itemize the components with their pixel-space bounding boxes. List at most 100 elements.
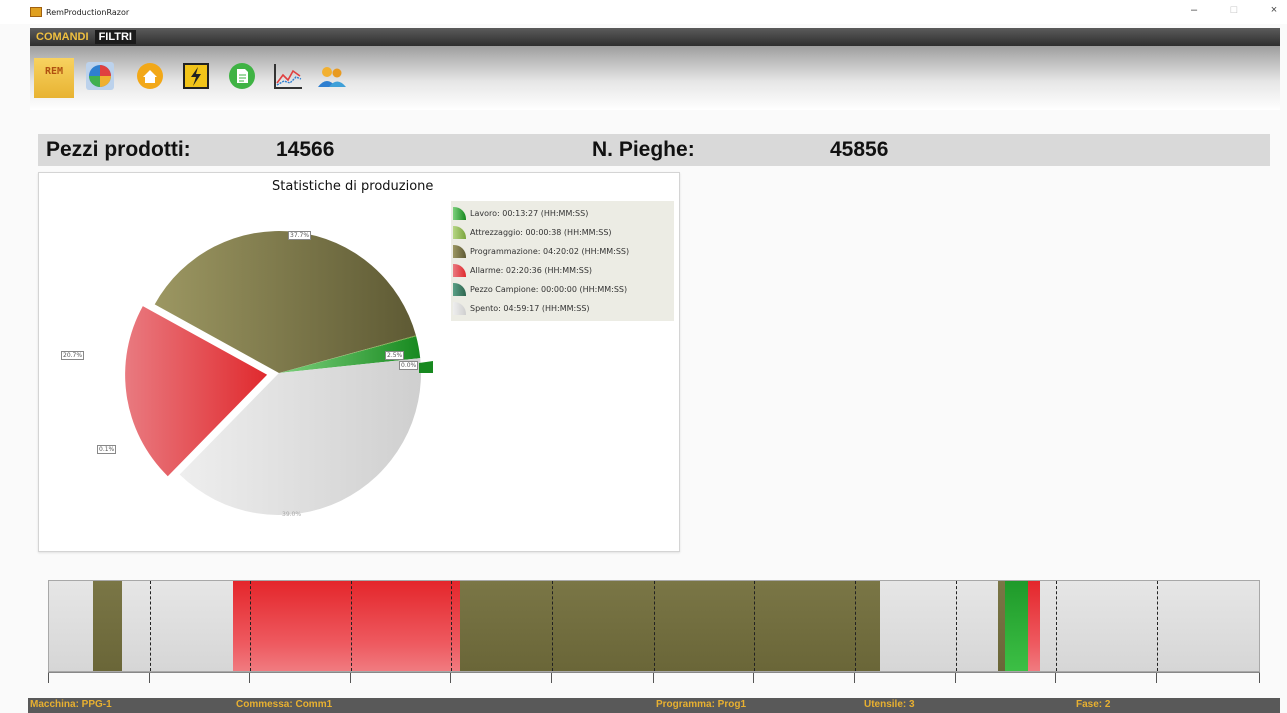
menu-bar: COMANDI FILTRI bbox=[30, 28, 1280, 46]
timeline-divider bbox=[250, 581, 251, 671]
status-bar: Macchina: PPG-1 Commessa: Comm1 Programm… bbox=[28, 698, 1280, 713]
timeline-tick bbox=[1055, 673, 1056, 683]
pie-slice-work-edge bbox=[419, 361, 433, 373]
document-icon bbox=[229, 63, 255, 89]
pie-chart-button[interactable] bbox=[84, 60, 116, 92]
legend-text-setup: Attrezzaggio: 00:00:38 (HH:MM:SS) bbox=[470, 228, 612, 237]
timeline-divider bbox=[855, 581, 856, 671]
timeline-tick bbox=[48, 673, 49, 683]
home-icon bbox=[137, 63, 163, 89]
timeline-segment-alarm bbox=[1028, 581, 1040, 671]
status-program: Programma: Prog1 bbox=[656, 699, 747, 710]
timeline-divider bbox=[351, 581, 352, 671]
legend-item-sample: Pezzo Campione: 00:00:00 (HH:MM:SS) bbox=[453, 280, 672, 299]
timeline-divider bbox=[1157, 581, 1158, 671]
timeline-segment-programming bbox=[460, 581, 881, 671]
legend-text-work: Lavoro: 00:13:27 (HH:MM:SS) bbox=[470, 209, 589, 218]
home-button[interactable] bbox=[134, 60, 166, 92]
pie-chart-icon bbox=[86, 62, 114, 90]
status-machine: Macchina: PPG-1 bbox=[30, 699, 112, 710]
timeline-tick bbox=[551, 673, 552, 683]
line-chart-icon bbox=[274, 64, 302, 89]
production-chart-panel: Statistiche di produzione 37.7% 20.7% 0.… bbox=[38, 172, 680, 552]
legend-item-work: Lavoro: 00:13:27 (HH:MM:SS) bbox=[453, 204, 672, 223]
timeline-segment-off bbox=[122, 581, 234, 671]
pieces-label: Pezzi prodotti: bbox=[46, 138, 191, 161]
line-chart-button[interactable] bbox=[272, 60, 304, 92]
timeline-tick bbox=[653, 673, 654, 683]
users-button[interactable] bbox=[316, 60, 348, 92]
menu-comandi[interactable]: COMANDI bbox=[32, 30, 93, 44]
timeline-tick bbox=[854, 673, 855, 683]
timeline-tick bbox=[1156, 673, 1157, 683]
timeline-tick bbox=[450, 673, 451, 683]
legend-text-sample: Pezzo Campione: 00:00:00 (HH:MM:SS) bbox=[470, 285, 628, 294]
chart-legend: Lavoro: 00:13:27 (HH:MM:SS) Attrezzaggio… bbox=[451, 201, 674, 321]
timeline-divider bbox=[552, 581, 553, 671]
document-button[interactable] bbox=[226, 60, 258, 92]
timeline-axis bbox=[48, 672, 1260, 690]
timeline-tick bbox=[753, 673, 754, 683]
timeline-segment-off bbox=[1040, 581, 1259, 671]
timeline-tick bbox=[249, 673, 250, 683]
title-bar: RemProductionRazor ‒ □ × bbox=[0, 0, 1287, 24]
timeline-segment-programming bbox=[93, 581, 122, 671]
pieces-value: 14566 bbox=[276, 138, 335, 161]
slice-label-off: 39.0% bbox=[282, 511, 302, 518]
bends-label: N. Pieghe: bbox=[592, 138, 695, 161]
timeline-divider bbox=[754, 581, 755, 671]
timeline-tick bbox=[350, 673, 351, 683]
legend-item-alarm: Allarme: 02:20:36 (HH:MM:SS) bbox=[453, 261, 672, 280]
pie-chart bbox=[125, 231, 433, 515]
lightning-icon bbox=[183, 63, 209, 89]
app-window: RemProductionRazor ‒ □ × COMANDI FILTRI … bbox=[0, 0, 1287, 713]
timeline-divider bbox=[451, 581, 452, 671]
timeline-segment-alarm bbox=[233, 581, 460, 671]
timeline-divider bbox=[956, 581, 957, 671]
maximize-button[interactable]: □ bbox=[1227, 4, 1241, 16]
timeline-divider bbox=[654, 581, 655, 671]
timeline-tick bbox=[955, 673, 956, 683]
timeline-divider bbox=[1056, 581, 1057, 671]
status-order: Commessa: Comm1 bbox=[236, 699, 333, 710]
timeline-segment-programming bbox=[998, 581, 1005, 671]
legend-swatch-programming bbox=[453, 245, 466, 258]
legend-text-programming: Programmazione: 04:20:02 (HH:MM:SS) bbox=[470, 247, 630, 256]
legend-swatch-sample bbox=[453, 283, 466, 296]
production-timeline[interactable] bbox=[48, 580, 1260, 672]
legend-item-programming: Programmazione: 04:20:02 (HH:MM:SS) bbox=[453, 242, 672, 261]
legend-swatch-off bbox=[453, 302, 466, 315]
users-icon bbox=[318, 67, 346, 87]
legend-text-off: Spento: 04:59:17 (HH:MM:SS) bbox=[470, 304, 590, 313]
timeline-segment-off bbox=[880, 581, 998, 671]
close-button[interactable]: × bbox=[1267, 4, 1281, 16]
legend-swatch-alarm bbox=[453, 264, 466, 277]
rem-icon: REM bbox=[44, 66, 64, 77]
legend-text-alarm: Allarme: 02:20:36 (HH:MM:SS) bbox=[470, 266, 593, 275]
slice-label-programming: 37.7% bbox=[288, 231, 312, 240]
slice-label-alarm: 20.7% bbox=[61, 351, 85, 360]
slice-label-work-b: 0.0% bbox=[399, 361, 419, 370]
production-stats: Pezzi prodotti: 14566 N. Pieghe: 45856 bbox=[38, 134, 1270, 166]
status-tool: Utensile: 3 bbox=[864, 699, 915, 710]
timeline-divider bbox=[150, 581, 151, 671]
timeline-segment-work bbox=[1005, 581, 1028, 671]
window-title: RemProductionRazor bbox=[46, 7, 130, 17]
timeline-tick bbox=[149, 673, 150, 683]
slice-label-work-a: 2.5% bbox=[385, 351, 405, 360]
menu-filtri[interactable]: FILTRI bbox=[94, 30, 136, 44]
rem-button[interactable]: REM bbox=[34, 58, 74, 98]
legend-item-setup: Attrezzaggio: 00:00:38 (HH:MM:SS) bbox=[453, 223, 672, 242]
status-phase: Fase: 2 bbox=[1076, 699, 1111, 710]
app-icon bbox=[30, 7, 42, 17]
bends-value: 45856 bbox=[830, 138, 889, 161]
toolbar: REM bbox=[30, 46, 1280, 110]
timeline-tick bbox=[1259, 673, 1260, 683]
slice-label-setup: 0.1% bbox=[97, 445, 117, 454]
timeline-segment-off bbox=[49, 581, 93, 671]
legend-swatch-setup bbox=[453, 226, 466, 239]
legend-swatch-work bbox=[453, 207, 466, 220]
window-controls: ‒ □ × bbox=[1187, 4, 1281, 16]
minimize-button[interactable]: ‒ bbox=[1187, 4, 1201, 16]
power-button[interactable] bbox=[180, 60, 212, 92]
